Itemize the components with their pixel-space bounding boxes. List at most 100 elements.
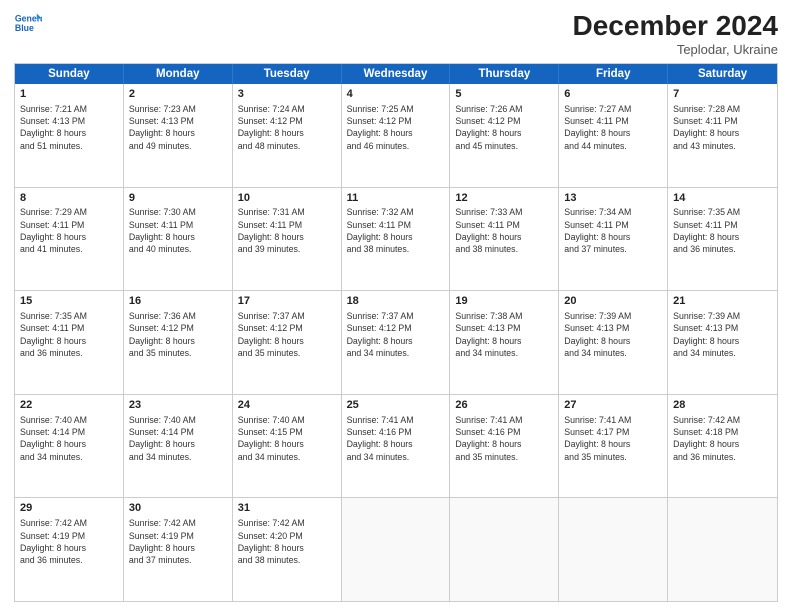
- cell-text: Sunrise: 7:40 AM Sunset: 4:14 PM Dayligh…: [20, 414, 118, 463]
- calendar-cell: 24Sunrise: 7:40 AM Sunset: 4:15 PM Dayli…: [233, 395, 342, 498]
- cell-text: Sunrise: 7:42 AM Sunset: 4:18 PM Dayligh…: [673, 414, 772, 463]
- header-day: Thursday: [450, 64, 559, 84]
- day-number: 17: [238, 294, 336, 309]
- cell-text: Sunrise: 7:36 AM Sunset: 4:12 PM Dayligh…: [129, 310, 227, 359]
- header-day: Wednesday: [342, 64, 451, 84]
- calendar-cell: 20Sunrise: 7:39 AM Sunset: 4:13 PM Dayli…: [559, 291, 668, 394]
- cell-text: Sunrise: 7:26 AM Sunset: 4:12 PM Dayligh…: [455, 103, 553, 152]
- cell-text: Sunrise: 7:27 AM Sunset: 4:11 PM Dayligh…: [564, 103, 662, 152]
- calendar-cell: 18Sunrise: 7:37 AM Sunset: 4:12 PM Dayli…: [342, 291, 451, 394]
- calendar-cell: 1Sunrise: 7:21 AM Sunset: 4:13 PM Daylig…: [15, 84, 124, 187]
- calendar-cell: 23Sunrise: 7:40 AM Sunset: 4:14 PM Dayli…: [124, 395, 233, 498]
- cell-text: Sunrise: 7:41 AM Sunset: 4:16 PM Dayligh…: [347, 414, 445, 463]
- cell-text: Sunrise: 7:42 AM Sunset: 4:19 PM Dayligh…: [20, 517, 118, 566]
- day-number: 8: [20, 191, 118, 206]
- cell-text: Sunrise: 7:25 AM Sunset: 4:12 PM Dayligh…: [347, 103, 445, 152]
- calendar-cell: 25Sunrise: 7:41 AM Sunset: 4:16 PM Dayli…: [342, 395, 451, 498]
- calendar-cell: 31Sunrise: 7:42 AM Sunset: 4:20 PM Dayli…: [233, 498, 342, 601]
- calendar-cell: 9Sunrise: 7:30 AM Sunset: 4:11 PM Daylig…: [124, 188, 233, 291]
- cell-text: Sunrise: 7:30 AM Sunset: 4:11 PM Dayligh…: [129, 206, 227, 255]
- calendar-cell: 14Sunrise: 7:35 AM Sunset: 4:11 PM Dayli…: [668, 188, 777, 291]
- day-number: 13: [564, 191, 662, 206]
- day-number: 30: [129, 501, 227, 516]
- day-number: 2: [129, 87, 227, 102]
- header-day: Monday: [124, 64, 233, 84]
- cell-text: Sunrise: 7:28 AM Sunset: 4:11 PM Dayligh…: [673, 103, 772, 152]
- day-number: 5: [455, 87, 553, 102]
- calendar-cell: 12Sunrise: 7:33 AM Sunset: 4:11 PM Dayli…: [450, 188, 559, 291]
- page: General Blue December 2024 Teplodar, Ukr…: [0, 0, 792, 612]
- month-title: December 2024: [573, 10, 778, 42]
- calendar-cell: 6Sunrise: 7:27 AM Sunset: 4:11 PM Daylig…: [559, 84, 668, 187]
- header-day: Friday: [559, 64, 668, 84]
- day-number: 12: [455, 191, 553, 206]
- calendar-cell: 22Sunrise: 7:40 AM Sunset: 4:14 PM Dayli…: [15, 395, 124, 498]
- cell-text: Sunrise: 7:37 AM Sunset: 4:12 PM Dayligh…: [347, 310, 445, 359]
- calendar-cell: 26Sunrise: 7:41 AM Sunset: 4:16 PM Dayli…: [450, 395, 559, 498]
- day-number: 22: [20, 398, 118, 413]
- calendar-cell: [450, 498, 559, 601]
- calendar-cell: 10Sunrise: 7:31 AM Sunset: 4:11 PM Dayli…: [233, 188, 342, 291]
- cell-text: Sunrise: 7:42 AM Sunset: 4:20 PM Dayligh…: [238, 517, 336, 566]
- cell-text: Sunrise: 7:39 AM Sunset: 4:13 PM Dayligh…: [564, 310, 662, 359]
- calendar-cell: 4Sunrise: 7:25 AM Sunset: 4:12 PM Daylig…: [342, 84, 451, 187]
- cell-text: Sunrise: 7:31 AM Sunset: 4:11 PM Dayligh…: [238, 206, 336, 255]
- day-number: 6: [564, 87, 662, 102]
- day-number: 28: [673, 398, 772, 413]
- day-number: 1: [20, 87, 118, 102]
- header-day: Tuesday: [233, 64, 342, 84]
- calendar-cell: 15Sunrise: 7:35 AM Sunset: 4:11 PM Dayli…: [15, 291, 124, 394]
- calendar-cell: 16Sunrise: 7:36 AM Sunset: 4:12 PM Dayli…: [124, 291, 233, 394]
- calendar-cell: 2Sunrise: 7:23 AM Sunset: 4:13 PM Daylig…: [124, 84, 233, 187]
- day-number: 27: [564, 398, 662, 413]
- cell-text: Sunrise: 7:34 AM Sunset: 4:11 PM Dayligh…: [564, 206, 662, 255]
- day-number: 7: [673, 87, 772, 102]
- calendar-cell: [342, 498, 451, 601]
- cell-text: Sunrise: 7:21 AM Sunset: 4:13 PM Dayligh…: [20, 103, 118, 152]
- cell-text: Sunrise: 7:39 AM Sunset: 4:13 PM Dayligh…: [673, 310, 772, 359]
- calendar-body: 1Sunrise: 7:21 AM Sunset: 4:13 PM Daylig…: [15, 84, 777, 601]
- cell-text: Sunrise: 7:33 AM Sunset: 4:11 PM Dayligh…: [455, 206, 553, 255]
- calendar-cell: 28Sunrise: 7:42 AM Sunset: 4:18 PM Dayli…: [668, 395, 777, 498]
- svg-text:Blue: Blue: [15, 23, 34, 33]
- cell-text: Sunrise: 7:41 AM Sunset: 4:16 PM Dayligh…: [455, 414, 553, 463]
- calendar-cell: 29Sunrise: 7:42 AM Sunset: 4:19 PM Dayli…: [15, 498, 124, 601]
- calendar-cell: 17Sunrise: 7:37 AM Sunset: 4:12 PM Dayli…: [233, 291, 342, 394]
- calendar-cell: 8Sunrise: 7:29 AM Sunset: 4:11 PM Daylig…: [15, 188, 124, 291]
- subtitle: Teplodar, Ukraine: [573, 42, 778, 57]
- day-number: 21: [673, 294, 772, 309]
- calendar-cell: 30Sunrise: 7:42 AM Sunset: 4:19 PM Dayli…: [124, 498, 233, 601]
- logo-icon: General Blue: [14, 10, 42, 38]
- cell-text: Sunrise: 7:24 AM Sunset: 4:12 PM Dayligh…: [238, 103, 336, 152]
- cell-text: Sunrise: 7:37 AM Sunset: 4:12 PM Dayligh…: [238, 310, 336, 359]
- day-number: 9: [129, 191, 227, 206]
- calendar-cell: 3Sunrise: 7:24 AM Sunset: 4:12 PM Daylig…: [233, 84, 342, 187]
- day-number: 18: [347, 294, 445, 309]
- cell-text: Sunrise: 7:35 AM Sunset: 4:11 PM Dayligh…: [20, 310, 118, 359]
- day-number: 20: [564, 294, 662, 309]
- cell-text: Sunrise: 7:40 AM Sunset: 4:15 PM Dayligh…: [238, 414, 336, 463]
- calendar-row: 29Sunrise: 7:42 AM Sunset: 4:19 PM Dayli…: [15, 497, 777, 601]
- day-number: 19: [455, 294, 553, 309]
- day-number: 4: [347, 87, 445, 102]
- cell-text: Sunrise: 7:35 AM Sunset: 4:11 PM Dayligh…: [673, 206, 772, 255]
- calendar-cell: [559, 498, 668, 601]
- day-number: 11: [347, 191, 445, 206]
- cell-text: Sunrise: 7:38 AM Sunset: 4:13 PM Dayligh…: [455, 310, 553, 359]
- day-number: 29: [20, 501, 118, 516]
- logo: General Blue: [14, 10, 42, 38]
- calendar-row: 8Sunrise: 7:29 AM Sunset: 4:11 PM Daylig…: [15, 187, 777, 291]
- calendar-cell: 27Sunrise: 7:41 AM Sunset: 4:17 PM Dayli…: [559, 395, 668, 498]
- day-number: 15: [20, 294, 118, 309]
- cell-text: Sunrise: 7:29 AM Sunset: 4:11 PM Dayligh…: [20, 206, 118, 255]
- day-number: 24: [238, 398, 336, 413]
- calendar-row: 1Sunrise: 7:21 AM Sunset: 4:13 PM Daylig…: [15, 84, 777, 187]
- title-area: December 2024 Teplodar, Ukraine: [573, 10, 778, 57]
- day-number: 23: [129, 398, 227, 413]
- day-number: 3: [238, 87, 336, 102]
- calendar-row: 22Sunrise: 7:40 AM Sunset: 4:14 PM Dayli…: [15, 394, 777, 498]
- header-day: Saturday: [668, 64, 777, 84]
- cell-text: Sunrise: 7:40 AM Sunset: 4:14 PM Dayligh…: [129, 414, 227, 463]
- calendar-cell: [668, 498, 777, 601]
- calendar-header: SundayMondayTuesdayWednesdayThursdayFrid…: [15, 64, 777, 84]
